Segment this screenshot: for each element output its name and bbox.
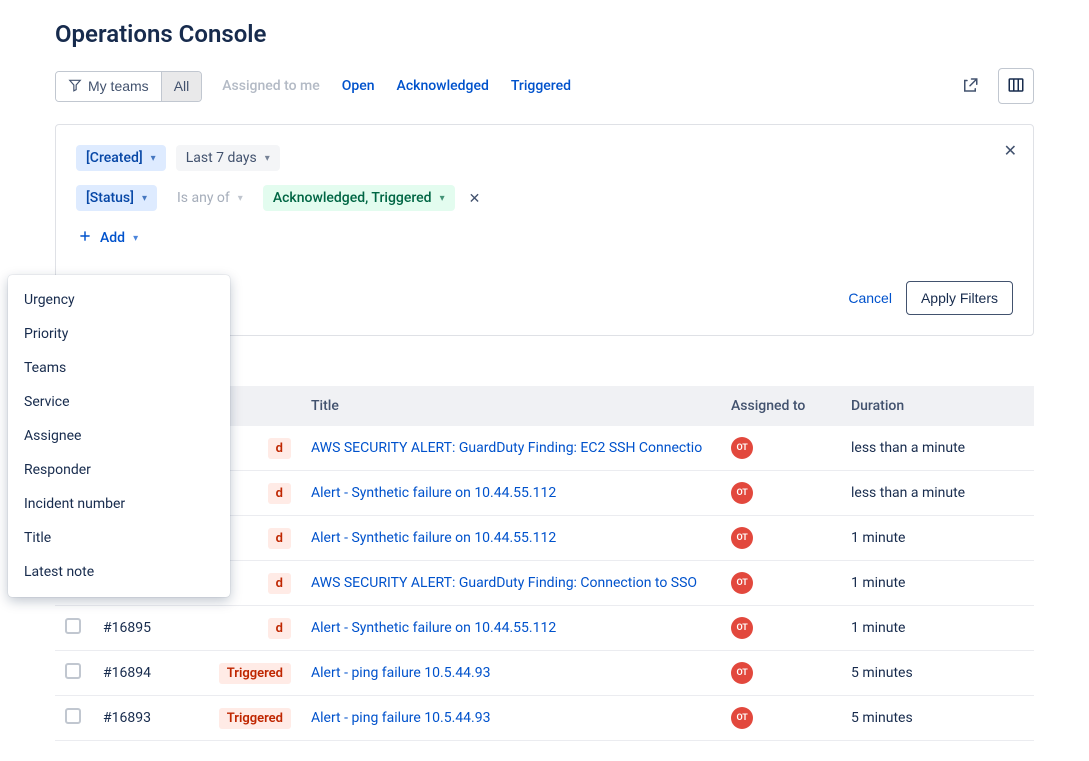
chevron-down-icon: ▾	[133, 233, 138, 244]
page-title: Operations Console	[55, 20, 1034, 48]
filter-values-label: Acknowledged, Triggered	[273, 190, 432, 206]
incident-id: #16894	[93, 651, 171, 696]
table-row: #16893 Triggered Alert - ping failure 10.5…	[55, 696, 1034, 741]
status-badge: d	[268, 483, 291, 504]
row-checkbox[interactable]	[65, 708, 81, 724]
incident-title-link[interactable]: Alert - Synthetic failure on 10.44.55.11…	[311, 620, 556, 636]
filter-range-label: Last 7 days	[186, 150, 257, 166]
dropdown-item-urgency[interactable]: Urgency	[8, 283, 230, 317]
duration-value: 5 minutes	[841, 651, 1034, 696]
dropdown-item-teams[interactable]: Teams	[8, 351, 230, 385]
chevron-down-icon: ▾	[142, 193, 147, 204]
chevron-down-icon: ▾	[151, 153, 156, 164]
avatar[interactable]: OT	[731, 707, 753, 729]
dropdown-item-incident-number[interactable]: Incident number	[8, 487, 230, 521]
row-checkbox[interactable]	[65, 618, 81, 634]
filter-range-chip[interactable]: Last 7 days ▾	[176, 145, 280, 171]
tab-assigned-to-me: Assigned to me	[220, 72, 321, 100]
filter-operator-chip[interactable]: Is any of ▾	[167, 185, 253, 211]
col-duration: Duration	[841, 386, 1034, 426]
remove-filter-row[interactable]: ✕	[465, 190, 485, 207]
avatar[interactable]: OT	[731, 482, 753, 504]
avatar[interactable]: OT	[731, 662, 753, 684]
duration-value: less than a minute	[841, 426, 1034, 471]
dropdown-item-service[interactable]: Service	[8, 385, 230, 419]
my-teams-toggle[interactable]: My teams	[56, 72, 161, 101]
apply-filters-button[interactable]: Apply Filters	[906, 281, 1013, 315]
duration-value: 5 minutes	[841, 696, 1034, 741]
incident-title-link[interactable]: Alert - Synthetic failure on 10.44.55.11…	[311, 485, 556, 501]
filter-operator-label: Is any of	[177, 190, 230, 206]
add-filter-label: Add	[100, 230, 125, 246]
avatar[interactable]: OT	[731, 572, 753, 594]
filter-icon	[68, 78, 82, 95]
cancel-button[interactable]: Cancel	[848, 290, 892, 306]
chevron-down-icon: ▾	[440, 193, 445, 204]
incident-title-link[interactable]: Alert - ping failure 10.5.44.93	[311, 665, 490, 681]
close-filter-panel[interactable]: ✕	[1004, 141, 1017, 161]
tab-acknowledged[interactable]: Acknowledged	[395, 72, 491, 100]
incident-title-link[interactable]: AWS SECURITY ALERT: GuardDuty Finding: C…	[311, 575, 697, 591]
share-icon	[961, 76, 979, 97]
close-icon: ✕	[469, 190, 481, 206]
dropdown-item-title[interactable]: Title	[8, 521, 230, 555]
incident-id: #16893	[93, 696, 171, 741]
dropdown-item-latest-note[interactable]: Latest note	[8, 555, 230, 589]
avatar[interactable]: OT	[731, 527, 753, 549]
tab-open[interactable]: Open	[340, 72, 377, 100]
status-badge: d	[268, 438, 291, 459]
table-row: #16894 Triggered Alert - ping failure 10.5…	[55, 651, 1034, 696]
dropdown-item-priority[interactable]: Priority	[8, 317, 230, 351]
filter-created-label: [Created]	[86, 150, 143, 166]
filter-row-status: [Status] ▾ Is any of ▾ Acknowledged, Tri…	[76, 185, 1013, 211]
team-toggle: My teams All	[55, 71, 202, 102]
filter-status-chip[interactable]: [Status] ▾	[76, 185, 157, 211]
dropdown-item-responder[interactable]: Responder	[8, 453, 230, 487]
incident-title-link[interactable]: Alert - Synthetic failure on 10.44.55.11…	[311, 530, 556, 546]
chevron-down-icon: ▾	[265, 153, 270, 164]
avatar[interactable]: OT	[731, 437, 753, 459]
duration-value: 1 minute	[841, 606, 1034, 651]
duration-value: 1 minute	[841, 561, 1034, 606]
status-badge: d	[268, 528, 291, 549]
duration-value: 1 minute	[841, 516, 1034, 561]
incident-id: #16895	[93, 606, 171, 651]
avatar[interactable]: OT	[731, 617, 753, 639]
close-icon: ✕	[1004, 143, 1017, 160]
filter-values-chip[interactable]: Acknowledged, Triggered ▾	[263, 185, 455, 211]
add-filter-button[interactable]: Add ▾	[76, 225, 140, 251]
table-row: #16895 d Alert - Synthetic failure on 10.4…	[55, 606, 1034, 651]
row-checkbox[interactable]	[65, 663, 81, 679]
col-assigned: Assigned to	[721, 386, 841, 426]
incident-title-link[interactable]: AWS SECURITY ALERT: GuardDuty Finding: E…	[311, 440, 702, 456]
incident-title-link[interactable]: Alert - ping failure 10.5.44.93	[311, 710, 490, 726]
filter-created-chip[interactable]: [Created] ▾	[76, 145, 166, 171]
columns-button[interactable]	[998, 68, 1034, 104]
status-badge: Triggered	[219, 663, 291, 684]
dropdown-item-assignee[interactable]: Assignee	[8, 419, 230, 453]
tabs-row: My teams All Assigned to me Open Acknowl…	[55, 71, 573, 102]
all-toggle[interactable]: All	[161, 72, 202, 101]
top-controls: My teams All Assigned to me Open Acknowl…	[55, 68, 1034, 104]
filter-row-created: [Created] ▾ Last 7 days ▾	[76, 145, 1013, 171]
plus-icon	[78, 229, 92, 247]
status-badge: d	[268, 573, 291, 594]
status-badge: Triggered	[219, 708, 291, 729]
chevron-down-icon: ▾	[238, 193, 243, 204]
status-badge: d	[268, 618, 291, 639]
add-filter-dropdown: Urgency Priority Teams Service Assignee …	[8, 275, 230, 597]
filter-status-label: [Status]	[86, 190, 134, 206]
top-actions	[952, 68, 1034, 104]
duration-value: less than a minute	[841, 471, 1034, 516]
my-teams-label: My teams	[88, 78, 149, 94]
tab-triggered[interactable]: Triggered	[509, 72, 573, 100]
col-title: Title	[301, 386, 721, 426]
columns-icon	[1007, 76, 1025, 97]
share-button[interactable]	[952, 68, 988, 104]
